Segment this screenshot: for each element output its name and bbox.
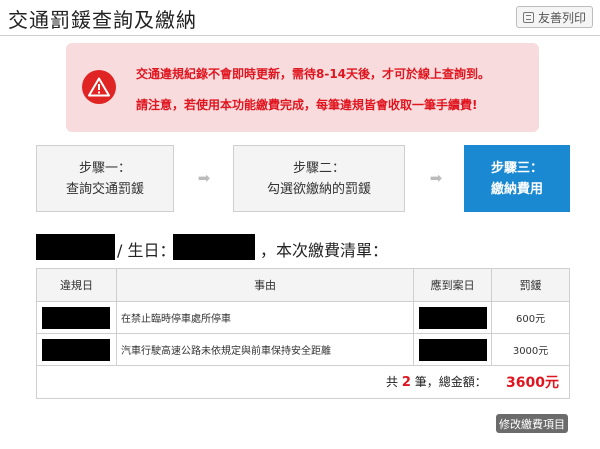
- table-header-row: 違規日 事由 應到案日 罰鍰: [36, 268, 570, 302]
- step-2-label: 勾選欲繳納的罰鍰: [266, 181, 371, 197]
- violation-reason: 在禁止臨時停車處所停車: [115, 301, 415, 334]
- notice-alert: 交通違規紀錄不會即時更新，需待8-14天後，才可於線上查詢到。 請注意，若使用本…: [66, 43, 539, 132]
- total-amount: 3600元: [506, 375, 559, 391]
- step-arrow-icon: ➡: [429, 169, 443, 187]
- col-due-date: 應到案日: [413, 268, 493, 302]
- print-friendly-button[interactable]: 友善列印: [516, 6, 593, 28]
- step-3-title: 步驟三：: [490, 160, 543, 176]
- page-header: 交通罰鍰查詢及繳納 友善列印: [0, 0, 600, 36]
- redacted-violation-date: [36, 301, 117, 334]
- fine-amount: 600元: [491, 301, 570, 334]
- modify-items-button[interactable]: 修改繳費項目: [496, 414, 568, 433]
- step-2-title: 步驟二：: [292, 160, 345, 176]
- alert-update-notice: 交通違規紀錄不會即時更新，需待8-14天後，才可於線上查詢到。: [136, 67, 491, 81]
- birthdate-label: / 生日：: [117, 241, 176, 260]
- step-1-label: 查詢交通罰鍰: [65, 181, 144, 197]
- table-row: 在禁止臨時停車處所停車 600元: [36, 301, 570, 334]
- print-friendly-label: 友善列印: [537, 10, 586, 25]
- redacted-violation-date: [36, 333, 117, 366]
- step-arrow-icon: ➡: [197, 169, 211, 187]
- redacted-due-date: [413, 333, 493, 366]
- col-fine: 罰鍰: [491, 268, 570, 302]
- payment-list-heading: ，本次繳費清單：: [260, 241, 389, 260]
- step-3-label: 繳納費用: [490, 181, 543, 197]
- redacted-name: [36, 234, 115, 260]
- header-divider: [0, 35, 600, 36]
- fines-table: 違規日 事由 應到案日 罰鍰 在禁止臨時停車處所停車 600元 汽車行駛高速公路…: [36, 268, 570, 399]
- total-summary: 共 2 筆，總金額：: [386, 373, 487, 390]
- violation-reason: 汽車行駛高速公路未依規定與前車保持安全距離: [115, 333, 415, 366]
- alert-fee-notice: 請注意，若使用本功能繳費完成，每筆違規皆會收取一筆手續費!: [136, 98, 478, 112]
- redacted-birthdate: [173, 234, 255, 260]
- total-middle: 筆，總金額：: [414, 375, 487, 389]
- total-count: 2: [401, 375, 411, 390]
- step-1-title: 步驟一：: [78, 160, 131, 176]
- page-title: 交通罰鍰查詢及繳納: [8, 8, 197, 32]
- total-prefix: 共: [386, 375, 399, 389]
- col-violation-date: 違規日: [36, 268, 117, 302]
- warning-icon: [82, 70, 116, 104]
- col-reason: 事由: [115, 268, 415, 302]
- step-2-select: 步驟二： 勾選欲繳納的罰鍰: [233, 145, 405, 212]
- table-row: 汽車行駛高速公路未依規定與前車保持安全距離 3000元: [36, 333, 570, 366]
- printer-icon: [522, 11, 534, 23]
- redacted-due-date: [413, 301, 493, 334]
- step-1-query: 步驟一： 查詢交通罰鍰: [36, 145, 174, 212]
- step-3-pay: 步驟三： 繳納費用: [464, 145, 570, 212]
- fine-amount: 3000元: [491, 333, 570, 366]
